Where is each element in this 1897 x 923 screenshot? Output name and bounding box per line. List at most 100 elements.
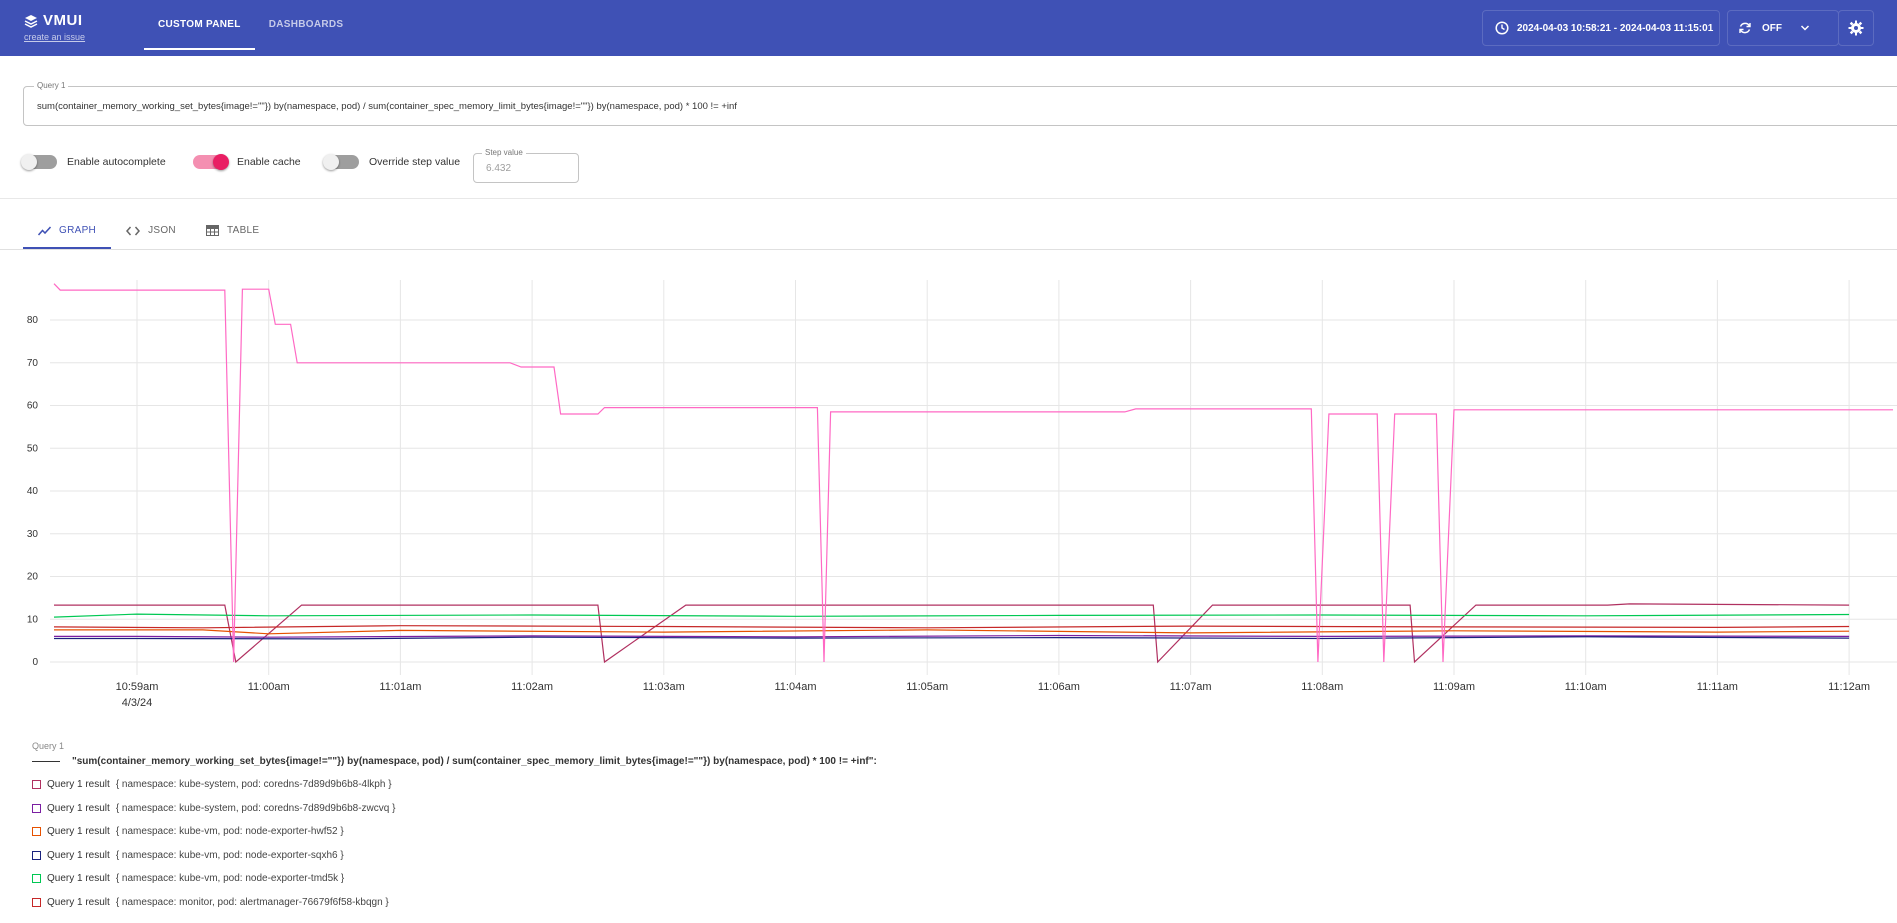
cache-switch[interactable] [193, 154, 229, 170]
y-tick-label: 80 [27, 315, 39, 326]
query-text[interactable]: sum(container_memory_working_set_bytes{i… [37, 101, 737, 112]
logo[interactable]: VMUI create an issue [24, 12, 85, 42]
legend-item-labels: { namespace: kube-vm, pod: node-exporter… [115, 826, 344, 837]
step-value-label: Step value [482, 148, 526, 157]
top-header: VMUI create an issue CUSTOM PANEL DASHBO… [0, 0, 1897, 56]
cache-label: Enable cache [237, 156, 301, 168]
step-switch[interactable] [323, 154, 359, 170]
y-tick-label: 60 [27, 401, 39, 412]
layers-icon [24, 14, 38, 28]
y-tick-label: 70 [27, 358, 39, 369]
tab-table[interactable]: TABLE [191, 214, 274, 247]
legend-item-name: Query 1 result [47, 826, 110, 837]
legend-color-box [32, 850, 41, 860]
step-toggle-label: Override step value [369, 156, 461, 168]
tab-table-label: TABLE [226, 225, 260, 236]
tab-json[interactable]: JSON [111, 214, 191, 247]
x-tick-label: 11:07am [1170, 681, 1212, 693]
y-tick-label: 30 [27, 529, 39, 540]
x-tick-label: 10:59am [116, 681, 159, 693]
legend-item[interactable]: Query 1 result { namespace: monitor, pod:… [32, 897, 389, 908]
code-icon [126, 226, 141, 236]
x-tick-label: 11:00am [248, 681, 290, 693]
legend-item[interactable]: Query 1 result { namespace: kube-vm, pod:… [32, 826, 344, 837]
legend-item[interactable]: Query 1 result { namespace: kube-system, … [32, 779, 392, 790]
autocomplete-toggle[interactable]: Enable autocomplete [21, 154, 166, 170]
legend-item-labels: { namespace: kube-system, pod: coredns-7… [115, 779, 392, 790]
x-tick-label: 11:03am [643, 681, 685, 693]
step-value-input[interactable]: Step value 6.432 [473, 148, 579, 183]
tab-custom-panel-label: CUSTOM PANEL [158, 18, 241, 30]
legend-item[interactable]: Query 1 result { namespace: kube-vm, pod:… [32, 873, 344, 884]
legend-query-line [32, 761, 60, 762]
refresh-label: OFF [1762, 22, 1782, 34]
legend-color-box [32, 780, 41, 789]
time-range-button[interactable]: 2024-04-03 10:58:21 - 2024-04-03 11:15:0… [1482, 10, 1720, 46]
legend-color-box [32, 803, 41, 813]
line-chart[interactable]: 0 10 20 30 40 50 60 70 80 10:59am 11:00am 11:01am 11… [0, 270, 1897, 720]
settings-button[interactable] [1838, 10, 1874, 46]
y-tick-label: 20 [27, 572, 39, 583]
legend-item-name: Query 1 result [47, 802, 110, 814]
tab-json-label: JSON [148, 225, 176, 236]
table-icon [205, 225, 219, 236]
query-input[interactable]: Query 1 sum(container_memory_working_set… [23, 81, 1897, 126]
legend: Query 1 "sum(container_memory_working_se… [32, 741, 877, 908]
nav-tabs: CUSTOM PANEL DASHBOARDS [144, 0, 357, 56]
clock-icon [1495, 21, 1509, 35]
autocomplete-switch[interactable] [21, 154, 57, 170]
time-range-text: 2024-04-03 10:58:21 - 2024-04-03 11:15:0… [1517, 22, 1714, 34]
legend-item[interactable]: Query 1 result { namespace: kube-vm, pod:… [32, 850, 344, 861]
legend-item-name: Query 1 result [47, 849, 110, 861]
legend-query: "sum(container_memory_working_set_bytes{… [32, 756, 932, 767]
tab-dashboards-label: DASHBOARDS [268, 18, 344, 30]
x-tick-label: 11:06am [1038, 681, 1080, 693]
tab-graph[interactable]: GRAPH [23, 214, 112, 249]
legend-group-title: Query 1 [32, 741, 65, 751]
create-issue-link[interactable]: create an issue [24, 32, 85, 42]
gear-icon [1848, 20, 1864, 36]
legend-item-name: Query 1 result [47, 779, 110, 790]
series-line[interactable] [53, 625, 1850, 629]
legend-item[interactable]: Query 1 result { namespace: kube-system, … [32, 803, 395, 814]
x-tick-label: 11:08am [1301, 681, 1343, 693]
tab-graph-label: GRAPH [59, 225, 97, 236]
line-chart-icon [38, 225, 51, 236]
query-label: Query 1 [34, 81, 69, 90]
legend-item-name: Query 1 result [47, 896, 110, 908]
tab-custom-panel[interactable]: CUSTOM PANEL [144, 0, 255, 50]
cache-toggle[interactable]: Enable cache [193, 154, 301, 170]
legend-item-labels: { namespace: kube-vm, pod: node-exporter… [115, 849, 344, 861]
tab-dashboards[interactable]: DASHBOARDS [255, 0, 358, 48]
x-tick-label: 11:09am [1433, 681, 1475, 693]
x-tick-label: 11:11am [1697, 681, 1738, 693]
refresh-icon[interactable] [1738, 21, 1752, 35]
chevron-down-icon[interactable] [1800, 23, 1810, 33]
autocomplete-label: Enable autocomplete [67, 156, 166, 168]
logo-title: VMUI [43, 12, 83, 29]
series-line[interactable] [53, 613, 1850, 618]
y-tick-label: 40 [27, 486, 39, 497]
x-tick-label: 11:10am [1565, 681, 1607, 693]
series-line[interactable] [54, 629, 1850, 635]
x-tick-label: 11:02am [511, 681, 553, 693]
x-tick-label: 11:12am [1828, 681, 1870, 693]
legend-item-labels: { namespace: monitor, pod: alertmanager-… [115, 896, 389, 908]
x-date-label: 4/3/24 [122, 697, 153, 709]
legend-color-box [32, 897, 41, 907]
step-value-text: 6.432 [486, 163, 512, 174]
legend-color-box [32, 874, 41, 883]
x-tick-label: 11:05am [906, 681, 948, 693]
result-tabs: GRAPH JSON TABLE [23, 214, 274, 249]
y-tick-label: 50 [27, 443, 39, 454]
y-tick-label: 10 [27, 614, 39, 625]
legend-item-labels: { namespace: kube-system, pod: coredns-7… [115, 802, 396, 814]
legend-color-box [32, 827, 41, 836]
tabs-divider [0, 249, 1897, 250]
legend-item-labels: { namespace: kube-vm, pod: node-exporter… [115, 873, 345, 884]
x-tick-label: 11:01am [379, 681, 421, 693]
x-tick-label: 11:04am [775, 681, 817, 693]
refresh-control[interactable]: OFF [1727, 10, 1839, 46]
query-panel: Query 1 sum(container_memory_working_set… [0, 56, 1897, 199]
step-toggle[interactable]: Override step value [323, 154, 461, 170]
